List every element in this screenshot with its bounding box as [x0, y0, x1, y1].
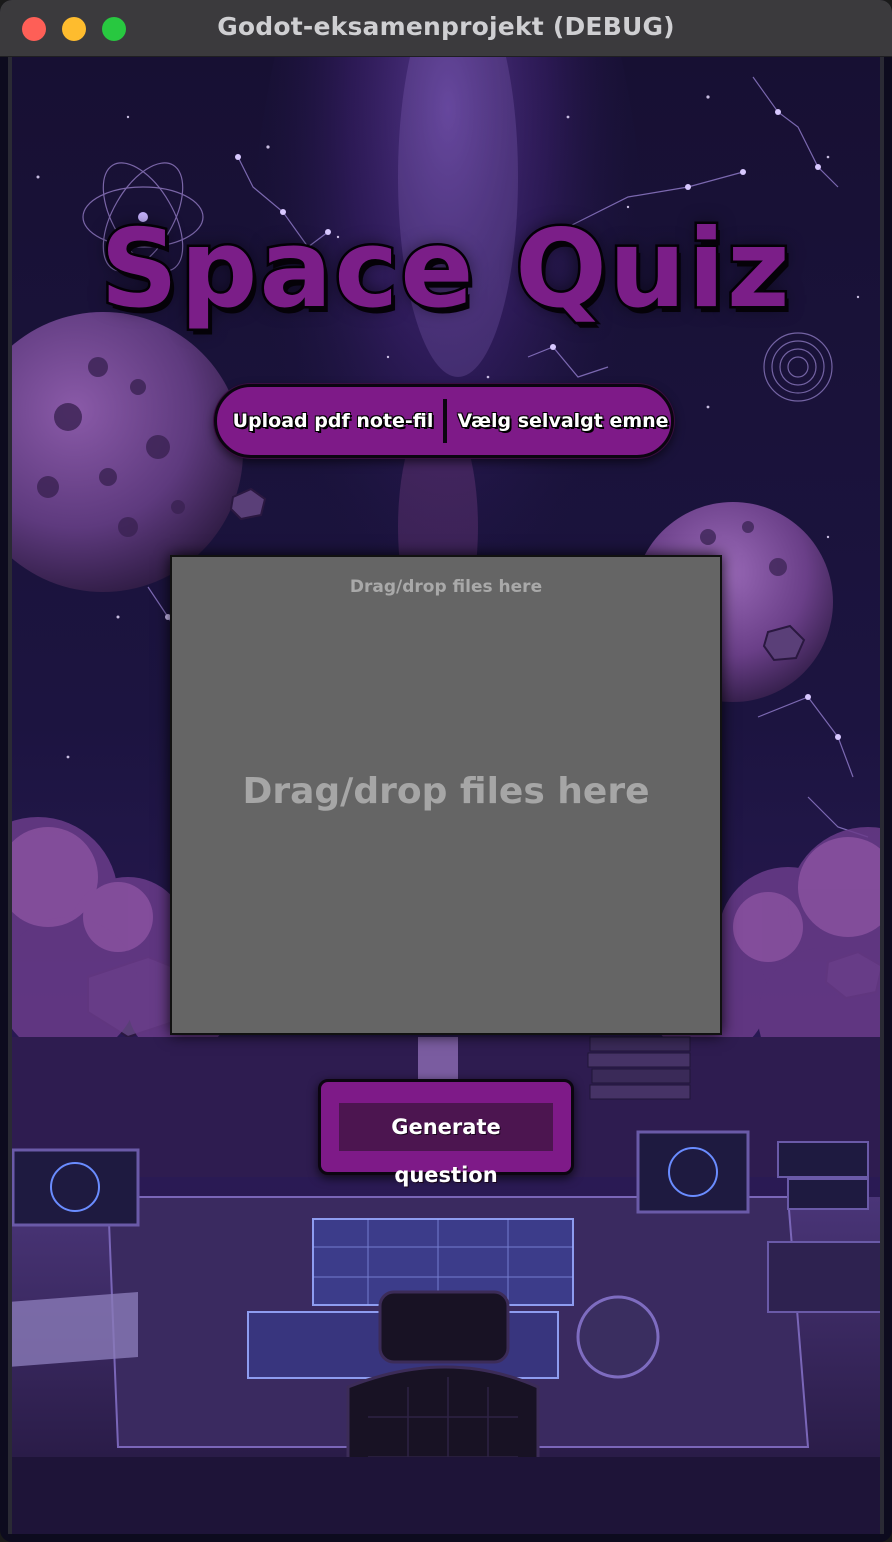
generate-button-frame: Generate question	[318, 1079, 574, 1187]
game-title: Space Quiz	[98, 205, 792, 335]
file-drop-zone[interactable]: Drag/drop files here Drag/drop files her…	[170, 555, 722, 1035]
app-window: Godot-eksamenprojekt (DEBUG) Space Quiz …	[0, 0, 892, 1542]
window-title: Godot-eksamenprojekt (DEBUG)	[217, 12, 675, 41]
game-viewport: Space Quiz Upload pdf note-fil Vælg selv…	[8, 57, 884, 1534]
choose-topic-button[interactable]: Vælg selvalgt emne	[453, 387, 673, 455]
drop-zone-hint-large: Drag/drop files here	[242, 771, 650, 812]
mode-selector: Upload pdf note-fil Vælg selvalgt emne	[214, 384, 674, 458]
generate-question-button[interactable]: Generate question	[339, 1103, 553, 1187]
upload-pdf-button[interactable]: Upload pdf note-fil	[225, 387, 441, 455]
drop-zone-hint-small: Drag/drop files here	[349, 577, 543, 597]
mode-divider	[443, 399, 447, 443]
title-bar[interactable]: Godot-eksamenprojekt (DEBUG)	[0, 0, 892, 57]
